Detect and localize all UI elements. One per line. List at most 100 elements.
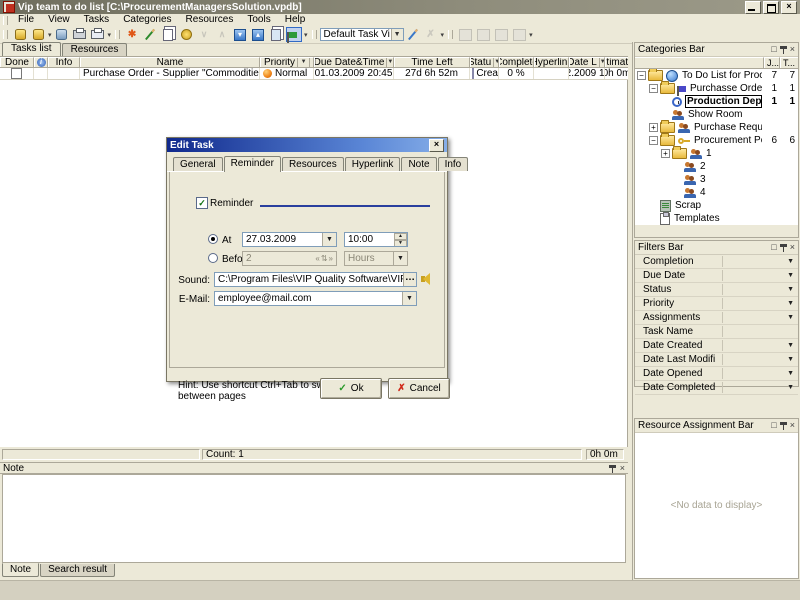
- new-task-button[interactable]: ✱: [124, 27, 140, 42]
- before-unit-combobox[interactable]: Hours▼: [344, 251, 408, 266]
- speaker-icon[interactable]: [421, 272, 434, 286]
- resource-close-icon[interactable]: ×: [790, 421, 795, 430]
- open-database-button[interactable]: [30, 27, 46, 42]
- filter-date-opened[interactable]: Date Opened▼: [635, 367, 798, 381]
- note-pin-icon[interactable]: [609, 464, 616, 473]
- menu-view[interactable]: View: [41, 14, 77, 26]
- edit-task-button[interactable]: [142, 27, 158, 42]
- filter-date-completed[interactable]: Date Completed▼: [635, 381, 798, 395]
- filters-maximize-icon[interactable]: □: [771, 243, 776, 252]
- column-header-priority[interactable]: Priority▼: [260, 57, 314, 67]
- menu-tasks[interactable]: Tasks: [77, 14, 117, 26]
- tree-item-show-room[interactable]: Show Room: [635, 108, 798, 121]
- dialog-close-button[interactable]: ×: [429, 139, 444, 152]
- new-database-button[interactable]: [12, 27, 28, 42]
- filter-assignments[interactable]: Assignments▼: [635, 311, 798, 325]
- dialog-tab-reminder[interactable]: Reminder: [224, 156, 281, 172]
- dropdown-icon[interactable]: ▼: [787, 272, 794, 279]
- dialog-tab-info[interactable]: Info: [438, 157, 469, 171]
- tree-item-scrap[interactable]: Scrap: [635, 199, 798, 212]
- priority-filter-dropdown[interactable]: ▼: [297, 57, 310, 67]
- delete-view-button[interactable]: ✗: [423, 27, 439, 42]
- filter-date-created[interactable]: Date Created▼: [635, 339, 798, 353]
- email-input[interactable]: employee@mail.com▼: [214, 291, 417, 306]
- tree-item-production-department[interactable]: Production Department 11: [635, 95, 798, 108]
- categories-pin-icon[interactable]: [780, 45, 787, 54]
- column-header-name[interactable]: Name: [80, 57, 260, 67]
- filter-status[interactable]: Status▼: [635, 283, 798, 297]
- print-button[interactable]: [72, 27, 88, 42]
- open-database-dropdown[interactable]: ▾: [48, 31, 52, 39]
- column-header-due[interactable]: Due Date&Time▼: [314, 57, 394, 67]
- report-2-button[interactable]: [475, 27, 491, 42]
- column-header-done[interactable]: Done: [0, 57, 34, 67]
- task-view-combobox[interactable]: Default Task Vi ▼: [320, 28, 404, 41]
- note-text-area[interactable]: [2, 474, 626, 563]
- tree-item-procurement-policy[interactable]: − Procurement Policy 66: [635, 134, 798, 147]
- move-down-button[interactable]: ∨: [196, 27, 212, 42]
- cell-name[interactable]: Purchase Order - Supplier "Commodities a…: [80, 68, 260, 79]
- cell-done[interactable]: [0, 68, 34, 79]
- dropdown-icon[interactable]: ▼: [787, 258, 794, 265]
- sound-browse-button[interactable]: …: [403, 273, 416, 286]
- column-header-hyperlink[interactable]: Hyperlink: [534, 57, 569, 67]
- column-header-datel[interactable]: Date L▼: [569, 57, 605, 67]
- cancel-button[interactable]: ✗Cancel: [388, 378, 450, 399]
- resource-pin-icon[interactable]: [780, 421, 787, 430]
- before-value-spinner[interactable]: 2 «⇅»: [242, 251, 337, 266]
- filter-priority[interactable]: Priority▼: [635, 297, 798, 311]
- view-dropdown[interactable]: ▾: [441, 31, 445, 39]
- tab-resources[interactable]: Resources: [62, 43, 128, 56]
- close-button[interactable]: ×: [781, 1, 797, 14]
- print-dropdown[interactable]: ▾: [108, 31, 112, 39]
- tree-item-policy-3[interactable]: 3: [635, 173, 798, 186]
- workflow-dropdown[interactable]: ▾: [304, 31, 308, 39]
- dialog-tab-note[interactable]: Note: [401, 157, 436, 171]
- menu-file[interactable]: File: [11, 14, 41, 26]
- dropdown-icon[interactable]: ▼: [787, 342, 794, 349]
- assign-resource-button[interactable]: [178, 27, 194, 42]
- note-close-icon[interactable]: ×: [620, 464, 625, 473]
- dialog-tab-resources[interactable]: Resources: [282, 157, 344, 171]
- reminder-date-combobox[interactable]: 27.03.2009▼: [242, 232, 337, 247]
- minimize-button[interactable]: [745, 1, 761, 14]
- dialog-title-bar[interactable]: Edit Task ×: [167, 138, 447, 152]
- reminder-checkbox[interactable]: ✓: [196, 197, 208, 209]
- collapse-icon[interactable]: −: [649, 136, 658, 145]
- dropdown-icon[interactable]: ▼: [787, 300, 794, 307]
- categories-col1[interactable]: J...: [764, 57, 780, 68]
- dropdown-icon[interactable]: ▼: [787, 314, 794, 321]
- ok-button[interactable]: ✓Ok: [320, 378, 382, 399]
- send-notification-button[interactable]: [268, 27, 284, 42]
- complete-task-button[interactable]: ▾: [232, 27, 248, 42]
- email-dropdown-icon[interactable]: ▼: [402, 292, 416, 305]
- menu-help[interactable]: Help: [278, 14, 313, 26]
- restore-button[interactable]: [763, 1, 779, 14]
- time-spin-buttons[interactable]: ▲▼: [394, 233, 407, 246]
- collapse-icon[interactable]: −: [649, 84, 658, 93]
- menu-resources[interactable]: Resources: [179, 14, 241, 26]
- filter-completion[interactable]: Completion▼: [635, 255, 798, 269]
- collapse-icon[interactable]: −: [637, 71, 646, 80]
- column-header-estimated[interactable]: Estimated: [605, 57, 628, 67]
- expand-icon[interactable]: +: [649, 123, 658, 132]
- selected-category[interactable]: Production Department: [685, 95, 762, 108]
- tree-item-purchase-requests[interactable]: + Purchase Requets: [635, 121, 798, 134]
- categories-col2[interactable]: T...: [780, 57, 798, 68]
- filters-pin-icon[interactable]: [780, 243, 787, 252]
- dropdown-icon[interactable]: ▼: [787, 356, 794, 363]
- duplicate-task-button[interactable]: [160, 27, 176, 42]
- resource-maximize-icon[interactable]: □: [771, 421, 776, 430]
- tree-item-root[interactable]: − To Do List for Procurement Mana 77: [635, 69, 798, 82]
- due-filter-dropdown[interactable]: ▼: [386, 57, 394, 67]
- workflow-button[interactable]: [286, 27, 302, 42]
- task-row[interactable]: Purchase Order - Supplier "Commodities a…: [0, 68, 628, 80]
- sound-path-input[interactable]: C:\Program Files\VIP Quality Software\VI…: [214, 272, 417, 287]
- print-preview-button[interactable]: [90, 27, 106, 42]
- before-radio[interactable]: [208, 253, 218, 263]
- expand-icon[interactable]: +: [661, 149, 670, 158]
- reopen-task-button[interactable]: ▴: [250, 27, 266, 42]
- edit-view-button[interactable]: [405, 27, 421, 42]
- date-dropdown-icon[interactable]: ▼: [322, 233, 336, 246]
- dropdown-icon[interactable]: ▼: [787, 384, 794, 391]
